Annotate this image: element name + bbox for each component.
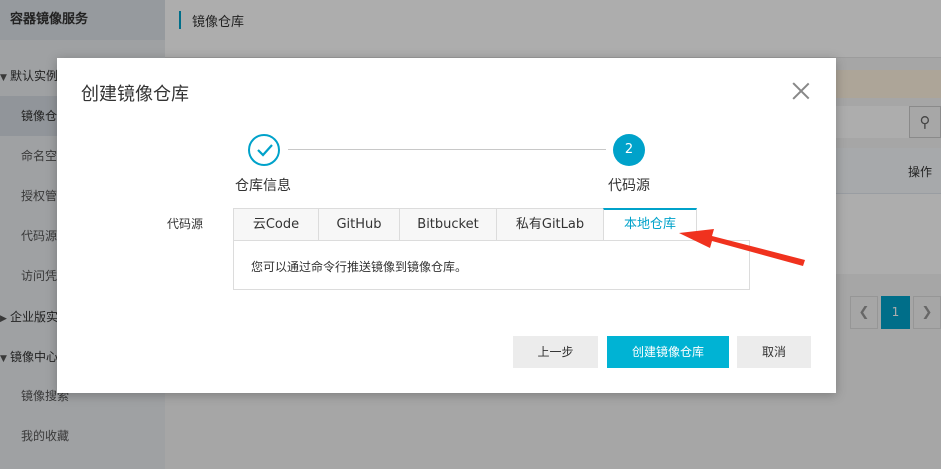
- step-1-indicator: [248, 134, 280, 166]
- create-repository-dialog: 创建镜像仓库 2 仓库信息 代码源 代码源 云Code GitHub Bitbu…: [57, 58, 836, 393]
- cancel-button[interactable]: 取消: [737, 336, 811, 368]
- step-connector: [288, 149, 606, 150]
- tab-github[interactable]: GitHub: [318, 208, 399, 241]
- step-2-label: 代码源: [608, 178, 650, 194]
- close-icon[interactable]: [792, 82, 810, 100]
- code-source-label: 代码源: [167, 217, 204, 231]
- check-icon: [257, 144, 273, 157]
- dialog-title: 创建镜像仓库: [81, 84, 189, 105]
- tab-private-gitlab[interactable]: 私有GitLab: [496, 208, 603, 241]
- step-2-indicator: 2: [613, 134, 645, 166]
- tab-bitbucket[interactable]: Bitbucket: [399, 208, 496, 241]
- tab-panel-description: 您可以通过命令行推送镜像到镜像仓库。: [251, 260, 468, 274]
- code-source-tabs: 云Code GitHub Bitbucket 私有GitLab 本地仓库: [233, 208, 697, 241]
- step-1-label: 仓库信息: [235, 178, 291, 194]
- previous-step-button[interactable]: 上一步: [513, 336, 598, 368]
- tab-panel: 您可以通过命令行推送镜像到镜像仓库。: [233, 240, 750, 290]
- tab-cloud-code[interactable]: 云Code: [233, 208, 318, 241]
- create-repository-button[interactable]: 创建镜像仓库: [607, 336, 729, 368]
- tab-local-repository[interactable]: 本地仓库: [603, 208, 697, 241]
